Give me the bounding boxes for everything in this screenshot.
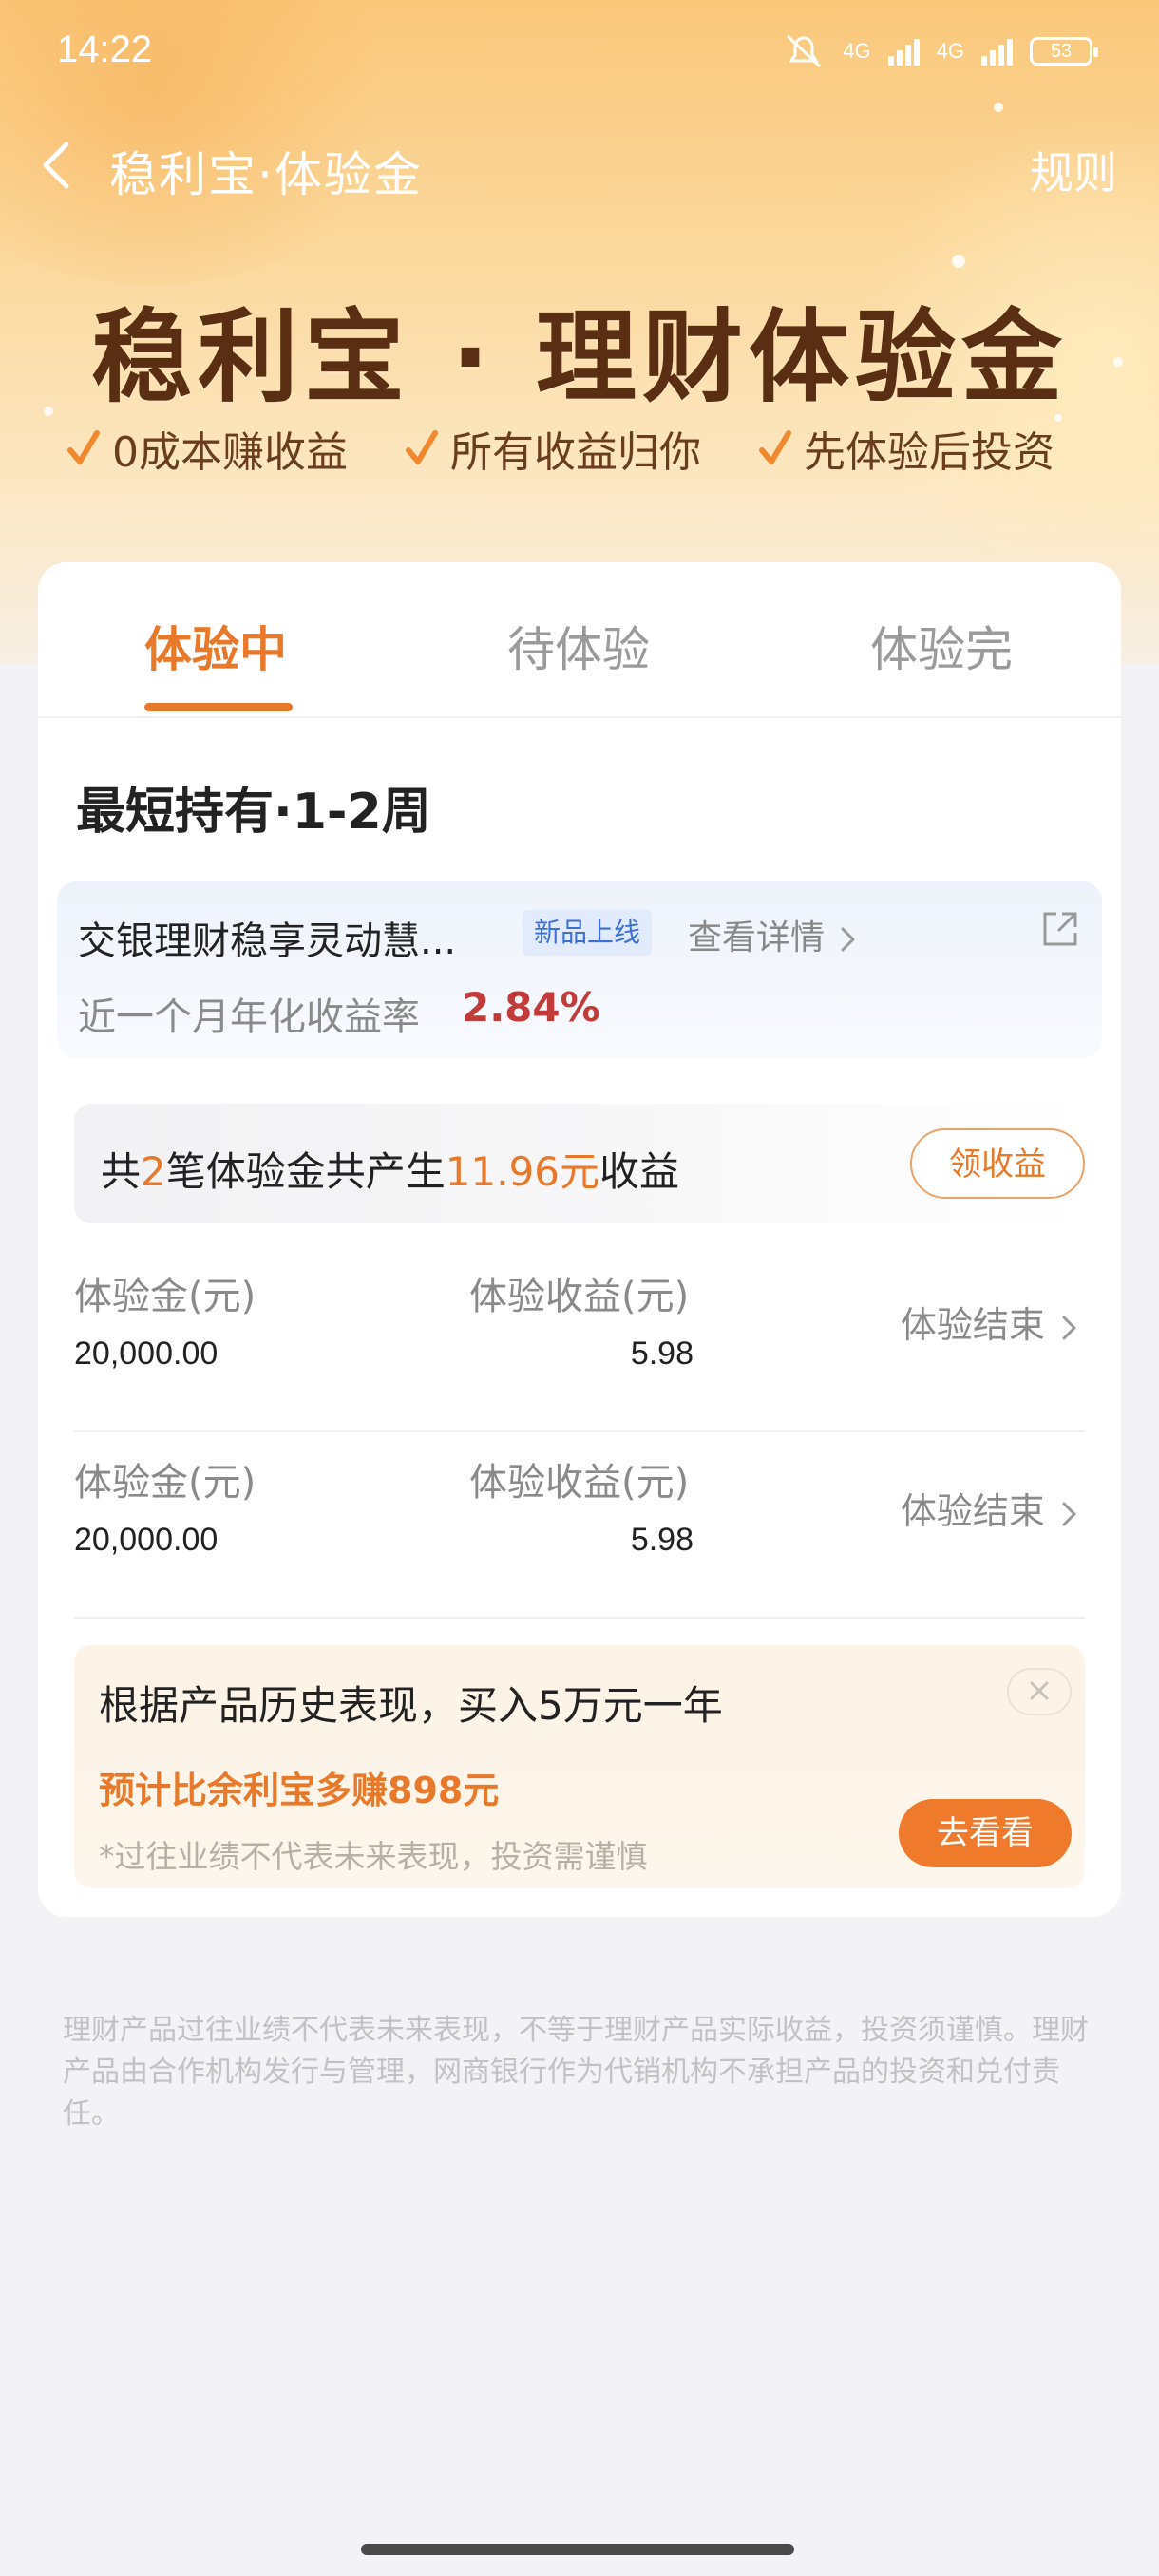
battery-level: 53: [1050, 40, 1073, 62]
network-label: 4G: [936, 39, 964, 63]
external-link-icon[interactable]: [1039, 908, 1081, 950]
amount-label: 体验金(元): [74, 1461, 256, 1505]
feature-label: 先体验后投资: [804, 428, 1054, 477]
check-icon: [406, 430, 438, 464]
check-icon: [759, 430, 791, 464]
summary-amount: 11.96元: [445, 1148, 600, 1195]
feature-item: 所有收益归你: [405, 418, 701, 479]
tab-in-progress[interactable]: 体验中: [144, 612, 287, 680]
experience-row[interactable]: 体验金(元) 20,000.00 体验收益(元) 5.98 体验结束: [74, 1430, 1085, 1619]
new-product-badge: 新品上线: [522, 910, 653, 956]
feature-label: 所有收益归你: [450, 428, 701, 477]
promo-subtitle: 预计比余利宝多赚898元: [99, 1770, 500, 1811]
feature-item: 0成本赚收益: [66, 418, 348, 479]
summary-count: 2: [141, 1148, 166, 1195]
signal-icon: [981, 37, 1013, 66]
chevron-right-icon: [1062, 1316, 1076, 1339]
tab-bar: 体验中 待体验 体验完: [38, 562, 1121, 718]
nav-bar: 稳利宝·体验金 规则: [0, 123, 1159, 209]
yield-label: 体验收益(元): [469, 1461, 690, 1505]
promo-note: *过往业绩不代表未来表现，投资需谨慎: [99, 1838, 648, 1875]
product-name: 交银理财稳享灵动慧...: [78, 919, 457, 963]
mute-icon: [787, 34, 822, 68]
earnings-summary: 共2笔体验金共产生11.96元收益 领收益: [74, 1104, 1085, 1223]
chevron-right-icon: [841, 927, 855, 952]
yield-rate-value: 2.84%: [462, 984, 600, 1031]
experience-card: 体验中 待体验 体验完 最短持有·1-2周 交银理财稳享灵动慧... 新品上线 …: [38, 562, 1121, 1917]
network-label: 4G: [843, 39, 871, 63]
yield-rate-label: 近一个月年化收益率: [78, 995, 420, 1039]
yield-value: 5.98: [630, 1522, 694, 1558]
experience-status-link[interactable]: 体验结束: [901, 1296, 1079, 1348]
holding-period-title: 最短持有·1-2周: [76, 784, 431, 841]
active-tab-indicator: [144, 703, 293, 711]
view-details-link[interactable]: 查看详情: [688, 910, 858, 959]
disclaimer-text: 理财产品过往业绩不代表未来表现，不等于理财产品实际收益，投资须谨慎。理财产品由合…: [63, 2014, 1089, 2131]
promo-title: 根据产品历史表现，买入5万元一年: [99, 1682, 723, 1729]
status-icons: 4G 4G 53: [782, 32, 1098, 70]
home-indicator[interactable]: [361, 2544, 794, 2555]
sparkle: [952, 255, 965, 268]
yield-label: 体验收益(元): [469, 1275, 690, 1318]
amount-value: 20,000.00: [74, 1335, 218, 1372]
feature-item: 先体验后投资: [758, 418, 1054, 479]
claim-earnings-button[interactable]: 领收益: [910, 1128, 1085, 1199]
go-see-button[interactable]: 去看看: [899, 1799, 1072, 1867]
view-details-label: 查看详情: [688, 919, 826, 957]
experience-status: 体验结束: [900, 1490, 1045, 1532]
experience-row[interactable]: 体验金(元) 20,000.00 体验收益(元) 5.98 体验结束: [74, 1244, 1085, 1432]
amount-value: 20,000.00: [74, 1522, 218, 1558]
promo-banner: 根据产品历史表现，买入5万元一年 预计比余利宝多赚898元 *过往业绩不代表未来…: [74, 1645, 1085, 1888]
signal-icon: [887, 37, 920, 66]
check-icon: [67, 430, 100, 464]
hero-title: 稳利宝 · 理财体验金: [90, 299, 1069, 416]
feature-list: 0成本赚收益 所有收益归你 先体验后投资: [66, 418, 1054, 479]
summary-suffix: 收益: [599, 1148, 680, 1195]
summary-middle: 笔体验金共产生: [165, 1148, 446, 1195]
page-title: 稳利宝·体验金: [109, 147, 423, 202]
back-arrow-icon[interactable]: [34, 139, 82, 192]
yield-value: 5.98: [630, 1335, 694, 1372]
experience-status: 体验结束: [900, 1304, 1045, 1346]
close-icon: [1030, 1681, 1049, 1700]
tab-finished[interactable]: 体验完: [870, 612, 1013, 680]
product-card[interactable]: 交银理财稳享灵动慧... 新品上线 查看详情 近一个月年化收益率 2.84%: [57, 881, 1102, 1058]
close-button[interactable]: [1007, 1668, 1072, 1715]
amount-label: 体验金(元): [74, 1275, 256, 1318]
tab-pending[interactable]: 待体验: [507, 612, 650, 680]
earnings-summary-text: 共2笔体验金共产生11.96元收益: [101, 1140, 679, 1198]
experience-status-link[interactable]: 体验结束: [901, 1482, 1079, 1534]
status-time: 14:22: [57, 28, 153, 70]
status-bar: 14:22 4G 4G 53: [0, 0, 1159, 104]
feature-label: 0成本赚收益: [112, 428, 348, 477]
chevron-right-icon: [1062, 1502, 1076, 1525]
rules-link[interactable]: 规则: [1030, 139, 1117, 201]
summary-prefix: 共: [101, 1148, 142, 1195]
battery-icon: 53: [1030, 37, 1098, 66]
